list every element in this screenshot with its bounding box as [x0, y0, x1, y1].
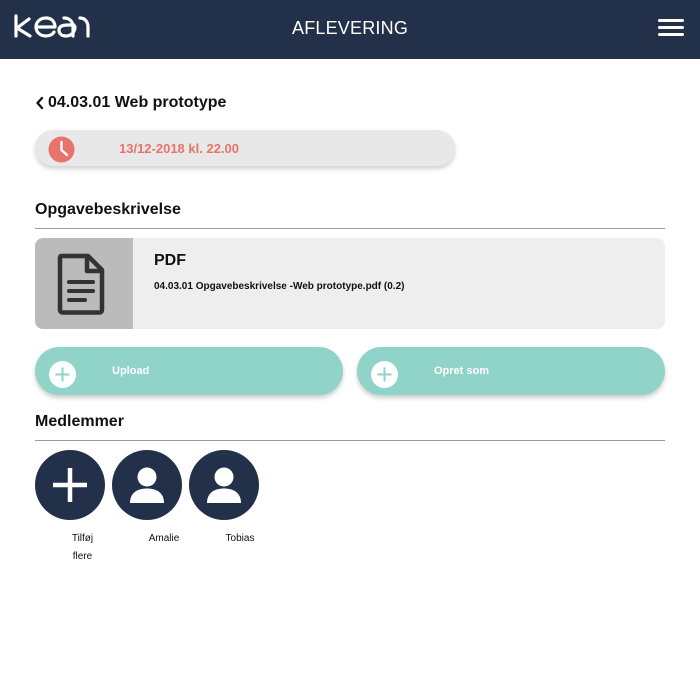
- document-icon: [57, 253, 105, 315]
- description-heading: Opgavebeskrivelse: [35, 201, 181, 218]
- members-heading: Medlemmer: [35, 413, 124, 430]
- plus-circle-icon: [371, 361, 398, 388]
- user-avatar-icon: [207, 467, 241, 503]
- divider: [35, 228, 665, 229]
- menu-button[interactable]: [658, 16, 686, 40]
- divider: [35, 440, 665, 441]
- add-member-label: Tilføj flere: [55, 530, 110, 566]
- file-name: 04.03.01 Opgavebeskrivelse -Web prototyp…: [154, 281, 405, 292]
- hamburger-menu-icon: [658, 26, 684, 29]
- chevron-left-icon: [36, 96, 44, 110]
- user-avatar-icon: [130, 467, 164, 503]
- create-as-button[interactable]: Opret som: [357, 347, 665, 395]
- page-title: AFLEVERING: [291, 18, 409, 38]
- deadline-text: 13/12-2018 kl. 22.00: [119, 141, 239, 156]
- upload-label: Upload: [112, 365, 150, 377]
- deadline-badge: 13/12-2018 kl. 22.00: [35, 130, 455, 166]
- file-card[interactable]: PDF 04.03.01 Opgavebeskrivelse -Web prot…: [35, 238, 665, 329]
- create-as-label: Opret som: [434, 365, 490, 377]
- member-name-tobias: Tobias: [225, 533, 255, 544]
- file-thumbnail: [35, 238, 133, 329]
- member-avatar-tobias[interactable]: [189, 450, 259, 520]
- add-member-label-line1: Tilføj: [71, 533, 94, 544]
- clock-icon: [48, 136, 75, 163]
- plus-circle-icon: [49, 361, 76, 388]
- member-avatar-amalie[interactable]: [112, 450, 182, 520]
- hamburger-menu-icon: [658, 33, 684, 36]
- assignment-title: 04.03.01 Web prototype: [48, 94, 227, 111]
- plus-icon: [53, 468, 87, 502]
- app-header: AFLEVERING: [0, 0, 700, 59]
- add-member-button[interactable]: [35, 450, 105, 520]
- add-member-label-line2: flere: [72, 551, 93, 562]
- back-link[interactable]: 04.03.01 Web prototype: [35, 93, 226, 113]
- file-type: PDF: [154, 252, 186, 269]
- member-name-amalie: Amalie: [148, 533, 180, 544]
- hamburger-menu-icon: [658, 19, 684, 22]
- upload-button[interactable]: Upload: [35, 347, 343, 395]
